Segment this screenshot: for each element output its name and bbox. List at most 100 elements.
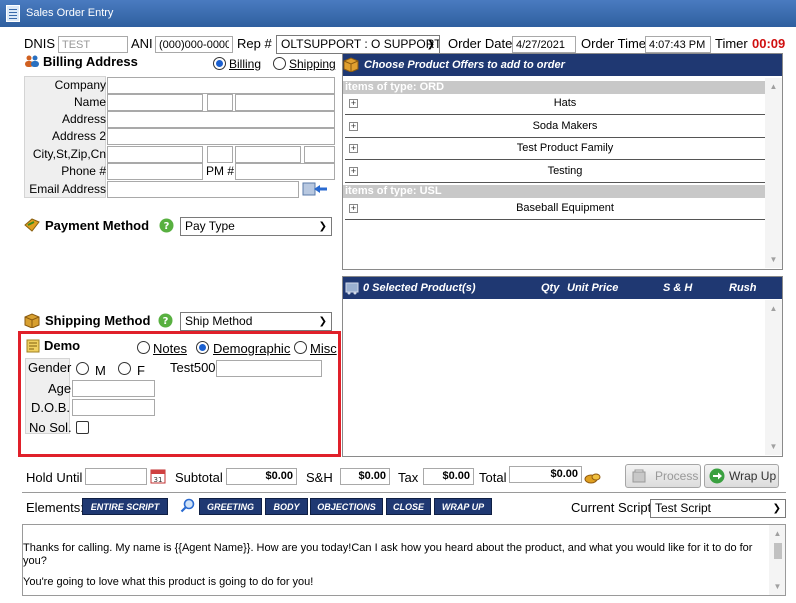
gender-m-radio[interactable]: [76, 362, 89, 375]
notes-radio-label: Notes: [153, 341, 187, 356]
cart-icon: [344, 280, 360, 295]
scroll-down-icon[interactable]: ▼: [765, 442, 782, 451]
script-text-area[interactable]: Thanks for calling. My name is {{Agent N…: [22, 524, 786, 596]
product-family-row[interactable]: + Baseball Equipment: [345, 198, 765, 220]
phone-field[interactable]: [107, 163, 203, 180]
dnis-field[interactable]: [58, 36, 128, 53]
pm-field[interactable]: [235, 163, 335, 180]
zip-field[interactable]: [235, 146, 301, 163]
last-name-field[interactable]: [235, 94, 335, 111]
order-date-label: Order Date: [448, 36, 513, 51]
window-title: Sales Order Entry: [26, 7, 114, 19]
company-field[interactable]: [107, 77, 335, 94]
ani-label: ANI: [131, 36, 153, 51]
ship-method-select[interactable]: Ship Method ❯: [180, 312, 332, 331]
address-field[interactable]: [107, 111, 335, 128]
order-date-field[interactable]: [512, 36, 576, 53]
offers-scrollbar[interactable]: ▲ ▼: [765, 78, 782, 268]
selected-panel: [342, 276, 783, 457]
gender-f-radio[interactable]: [118, 362, 131, 375]
calendar-icon[interactable]: 31: [150, 468, 166, 484]
script-scrollbar[interactable]: ▲ ▼: [769, 525, 785, 595]
scroll-up-icon[interactable]: ▲: [765, 82, 782, 91]
pay-type-value: Pay Type: [185, 219, 235, 233]
selected-scrollbar[interactable]: ▲ ▼: [765, 300, 782, 455]
col-qty: Qty: [541, 282, 560, 294]
product-family-row[interactable]: + Test Product Family: [345, 138, 765, 160]
expand-plus-icon[interactable]: +: [349, 204, 358, 213]
ani-field[interactable]: [155, 36, 233, 53]
misc-radio-label: Misc: [310, 341, 337, 356]
product-family-row[interactable]: + Hats: [345, 93, 765, 115]
country-field[interactable]: [304, 146, 335, 163]
rep-select[interactable]: OLTSUPPORT : O SUPPORT ❯: [276, 35, 440, 54]
rep-label: Rep #: [237, 36, 272, 51]
svg-text:?: ?: [164, 221, 170, 232]
script-line-2: you?: [23, 555, 47, 567]
expand-plus-icon[interactable]: +: [349, 166, 358, 176]
gender-f-label: F: [137, 363, 145, 378]
demographic-radio[interactable]: [196, 341, 209, 354]
scroll-down-icon[interactable]: ▼: [769, 582, 785, 591]
tab-entire-script[interactable]: ENTIRE SCRIPT: [82, 498, 168, 515]
address2-label: Address 2: [51, 129, 106, 143]
document-icon: [6, 5, 20, 22]
notes-radio[interactable]: [137, 341, 150, 354]
current-script-select[interactable]: Test Script ❯: [650, 499, 786, 518]
no-solicit-checkbox[interactable]: [76, 421, 89, 434]
wrap-up-label: Wrap Up: [729, 469, 777, 483]
product-family-name: Test Product Family: [516, 142, 614, 154]
tab-objections[interactable]: OBJECTIONS: [310, 498, 383, 515]
first-name-field[interactable]: [107, 94, 203, 111]
expand-plus-icon[interactable]: +: [349, 99, 358, 108]
rep-select-value: OLTSUPPORT : O SUPPORT: [281, 37, 440, 51]
email-field[interactable]: [107, 181, 299, 198]
product-family-row[interactable]: + Testing: [345, 161, 765, 183]
pay-type-select[interactable]: Pay Type ❯: [180, 217, 332, 236]
demographic-radio-label: Demographic: [213, 341, 291, 356]
expand-plus-icon[interactable]: +: [349, 144, 358, 153]
coins-icon: [584, 470, 601, 484]
wrap-up-button[interactable]: Wrap Up: [704, 464, 779, 488]
expand-plus-icon[interactable]: +: [349, 121, 358, 131]
col-unit-price: Unit Price: [567, 282, 619, 294]
hold-until-field[interactable]: [85, 468, 147, 485]
state-field[interactable]: [207, 146, 233, 163]
elements-label: Elements:: [26, 500, 84, 515]
shipping-radio[interactable]: [273, 57, 286, 70]
scroll-thumb[interactable]: [774, 543, 782, 559]
chevron-down-icon: ❯: [426, 39, 435, 50]
order-time-field[interactable]: [645, 36, 711, 53]
middle-initial-field[interactable]: [207, 94, 233, 111]
tab-greeting[interactable]: GREETING: [199, 498, 262, 515]
timer-value: 00:09: [752, 36, 786, 51]
search-icon[interactable]: [180, 498, 195, 513]
product-family-name: Soda Makers: [532, 119, 598, 132]
email-label: Email Address: [29, 182, 106, 196]
send-email-icon[interactable]: [302, 180, 328, 198]
misc-radio[interactable]: [294, 341, 307, 354]
tab-body[interactable]: BODY: [265, 498, 308, 515]
test500-field[interactable]: [216, 360, 322, 377]
scroll-up-icon[interactable]: ▲: [765, 304, 782, 313]
help-icon[interactable]: ?: [159, 218, 174, 233]
process-button[interactable]: Process: [625, 464, 701, 488]
dob-field[interactable]: [72, 399, 155, 416]
tab-close[interactable]: CLOSE: [386, 498, 431, 515]
city-field[interactable]: [107, 146, 203, 163]
age-label: Age: [48, 381, 72, 396]
company-label: Company: [54, 78, 106, 92]
tab-wrap-up[interactable]: WRAP UP: [434, 498, 492, 515]
help-icon[interactable]: ?: [158, 313, 173, 328]
product-family-row[interactable]: + Soda Makers: [345, 116, 765, 138]
selected-header: 0 Selected Product(s) Qty Unit Price S &…: [343, 277, 782, 299]
hold-until-label: Hold Until: [26, 470, 83, 485]
scroll-up-icon[interactable]: ▲: [769, 529, 785, 538]
scroll-down-icon[interactable]: ▼: [765, 255, 782, 264]
users-icon: [24, 55, 40, 67]
payment-icon: [24, 218, 40, 232]
tax-value: $0.00: [423, 468, 474, 485]
address2-field[interactable]: [107, 128, 335, 145]
age-field[interactable]: [72, 380, 155, 397]
billing-radio[interactable]: [213, 57, 226, 70]
